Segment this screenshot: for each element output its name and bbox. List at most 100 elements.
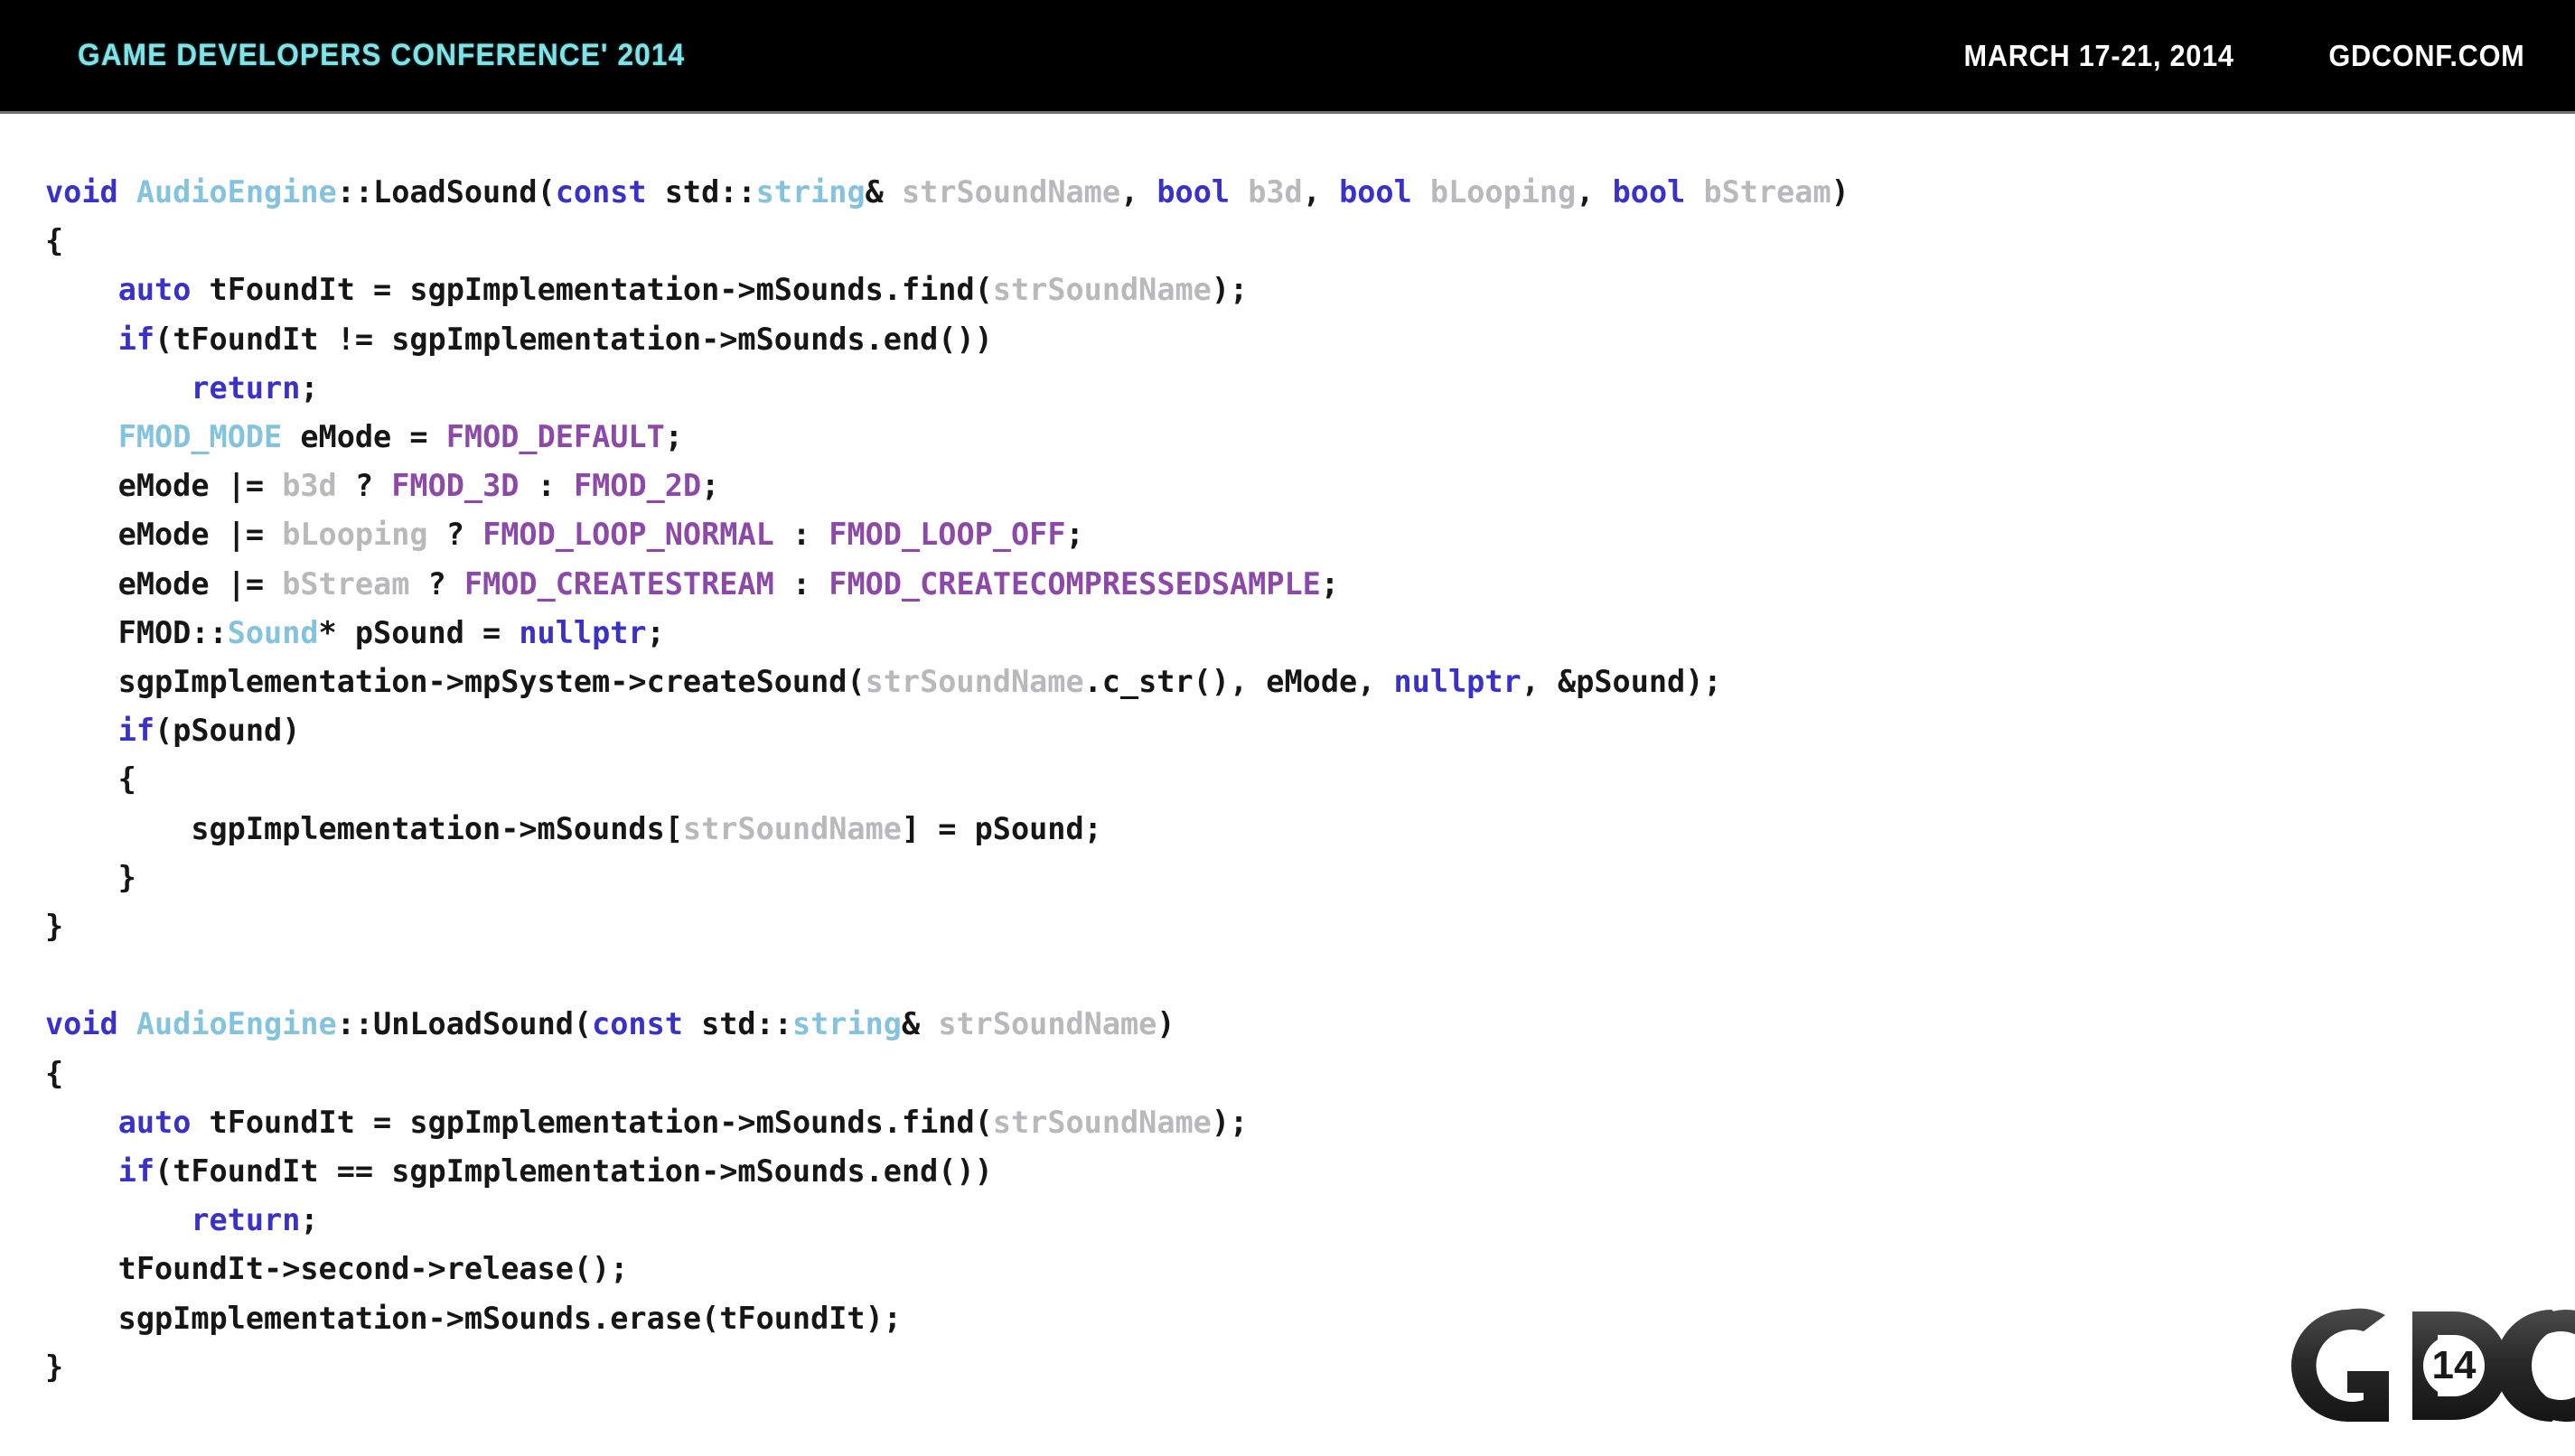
code-token: UnLoadSound: [373, 1006, 574, 1042]
code-token: eMode =: [282, 419, 446, 455]
code-token: bLooping: [282, 517, 428, 553]
code-token: (tFoundIt != sgpImplementation->mSounds.…: [154, 321, 993, 357]
code-token: }: [45, 909, 64, 945]
code-token: strSoundName: [992, 272, 1212, 308]
code-token: (: [537, 174, 556, 210]
code-token: :: [519, 468, 574, 504]
code-line: void AudioEngine::LoadSound(const std::s…: [45, 174, 1849, 210]
code-token: const: [592, 1006, 702, 1042]
code-token: if: [117, 713, 155, 749]
code-token: ?: [336, 468, 392, 504]
code-token: }: [45, 859, 136, 895]
code-token: &: [865, 174, 884, 210]
gdc-logo-icon: 14: [2291, 1308, 2575, 1422]
code-token: {: [45, 761, 136, 798]
code-token: ?: [427, 517, 483, 553]
code-line: sgpImplementation->mSounds.erase(tFoundI…: [45, 1301, 902, 1336]
code-token: ): [1156, 1006, 1175, 1042]
code-line: {: [45, 1056, 63, 1091]
gdc-logo: 14: [2253, 1284, 2575, 1456]
code-token: if: [117, 1153, 155, 1190]
code-token: (tFoundIt == sgpImplementation->mSounds.…: [154, 1153, 993, 1190]
code-token: ): [1831, 174, 1849, 210]
code-line: eMode |= bStream ? FMOD_CREATESTREAM : F…: [45, 566, 1339, 602]
slide-body: void AudioEngine::LoadSound(const std::s…: [0, 114, 2575, 1423]
code-token: , &pSound);: [1521, 664, 1722, 700]
code-token: }: [45, 1349, 64, 1385]
code-line: if(tFoundIt != sgpImplementation->mSound…: [45, 322, 993, 357]
code-token: eMode |=: [45, 565, 283, 602]
code-token: FMOD_CREATECOMPRESSEDSAMPLE: [829, 565, 1321, 602]
code-token: LoadSound: [373, 174, 538, 210]
code-token: FMOD_MODE: [117, 419, 283, 455]
code-token: b3d: [282, 468, 337, 504]
code-token: void: [45, 1006, 136, 1042]
code-token: FMOD_2D: [573, 468, 702, 504]
code-line: auto tFoundIt = sgpImplementation->mSoun…: [45, 1104, 1249, 1140]
code-token: {: [45, 223, 64, 259]
code-line: }: [45, 1349, 63, 1385]
code-token: ?: [409, 565, 464, 602]
code-token: ::: [336, 174, 374, 210]
code-line: sgpImplementation->mpSystem->createSound…: [45, 664, 1722, 699]
code-token: Sound: [227, 614, 319, 650]
code-token: auto: [117, 1104, 192, 1140]
code-line: void AudioEngine::UnLoadSound(const std:…: [45, 1006, 1175, 1041]
code-token: auto: [117, 272, 192, 308]
code-token: FMOD_DEFAULT: [445, 419, 665, 455]
code-token: nullptr: [1393, 664, 1522, 700]
code-token: b3d: [1248, 174, 1303, 210]
code-token: AudioEngine: [136, 1006, 337, 1042]
code-line: FMOD_MODE eMode = FMOD_DEFAULT;: [45, 419, 683, 454]
code-line: eMode |= b3d ? FMOD_3D : FMOD_2D;: [45, 468, 720, 504]
svg-text:14: 14: [2432, 1343, 2477, 1387]
code-line: eMode |= bLooping ? FMOD_LOOP_NORMAL : F…: [45, 517, 1084, 552]
code-token: ;: [300, 1202, 319, 1238]
code-line: {: [45, 761, 136, 797]
code-token: FMOD_3D: [391, 468, 520, 504]
code-token: FMOD::: [45, 614, 228, 650]
code-token: ] = pSound;: [901, 810, 1102, 846]
code-token: ;: [646, 614, 665, 650]
code-token: if: [117, 321, 155, 357]
code-token: {: [45, 1055, 64, 1091]
code-token: ,: [1576, 174, 1613, 210]
code-line: auto tFoundIt = sgpImplementation->mSoun…: [45, 272, 1249, 308]
code-token: tFoundIt = sgpImplementation->mSounds.fi…: [191, 1104, 993, 1140]
code-token: );: [1211, 1104, 1249, 1140]
code-token: std: [664, 174, 720, 210]
code-line: {: [45, 223, 63, 258]
code-line: }: [45, 909, 63, 944]
code-line: if(tFoundIt == sgpImplementation->mSound…: [45, 1153, 993, 1189]
code-token: tFoundIt->second->release();: [45, 1251, 629, 1287]
conference-title: GAME DEVELOPERS CONFERENCE' 2014: [78, 38, 686, 72]
code-token: ;: [664, 419, 683, 455]
code-line: sgpImplementation->mSounds[strSoundName]…: [45, 810, 1102, 846]
code-token: bool: [1156, 174, 1249, 210]
code-token: tFoundIt = sgpImplementation->mSounds.fi…: [191, 272, 993, 308]
code-token: ,: [1302, 174, 1340, 210]
code-token: &: [901, 1006, 921, 1042]
code-token: FMOD_LOOP_OFF: [829, 517, 1066, 553]
code-token: const: [555, 174, 665, 210]
code-line: return;: [45, 369, 318, 406]
code-token: return: [191, 369, 301, 406]
code-token: ;: [1320, 565, 1340, 602]
code-token: AudioEngine: [136, 174, 337, 210]
code-token: ;: [701, 468, 720, 504]
code-line: return;: [45, 1202, 319, 1238]
code-token: .c_str(), eMode,: [1083, 664, 1394, 700]
code-token: FMOD_LOOP_NORMAL: [482, 517, 774, 553]
code-token: (: [573, 1006, 593, 1042]
code-line: }: [45, 860, 136, 895]
code-token: sgpImplementation->mSounds.erase(tFoundI…: [45, 1300, 902, 1336]
code-token: eMode |=: [45, 468, 283, 504]
code-token: string: [755, 174, 866, 210]
code-token: void: [45, 174, 136, 210]
